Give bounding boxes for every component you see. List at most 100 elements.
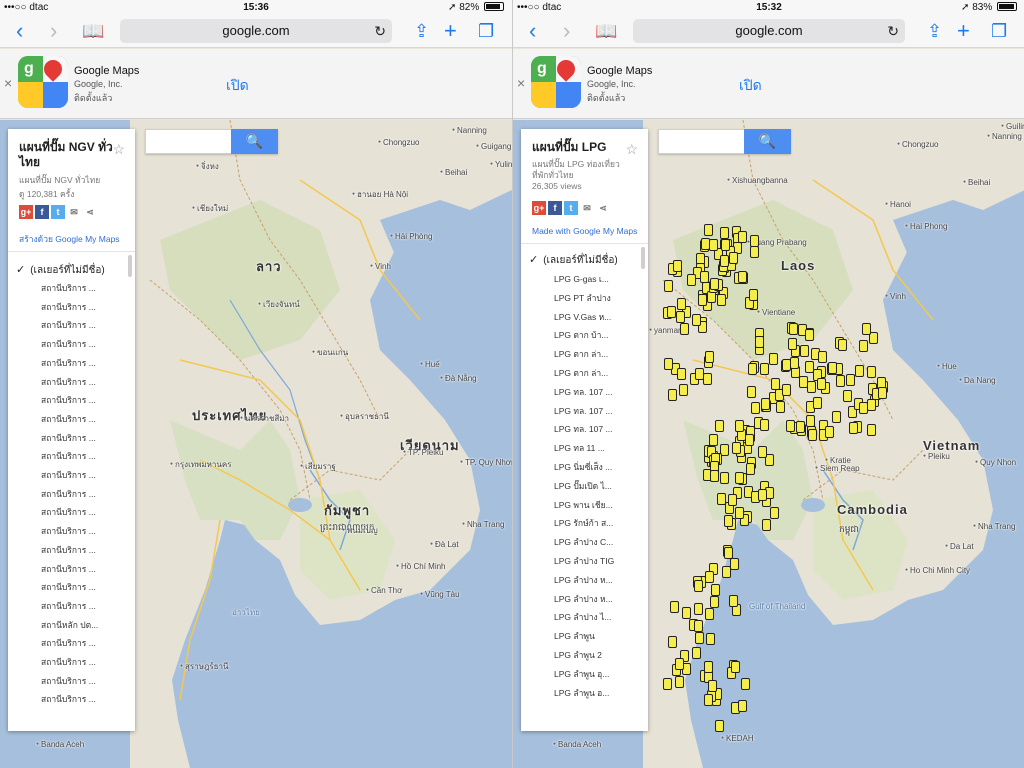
address-bar[interactable]: google.com ↻ (120, 19, 392, 43)
star-icon[interactable]: ☆ (625, 141, 638, 158)
lpg-station-marker[interactable] (675, 675, 685, 688)
google-plus-icon[interactable]: g+ (532, 201, 546, 215)
lpg-station-marker[interactable] (667, 635, 677, 648)
lpg-station-marker[interactable] (785, 419, 795, 432)
lpg-station-marker[interactable] (710, 469, 720, 482)
list-item[interactable]: สถานีบริการ ... (41, 599, 129, 613)
lpg-station-marker[interactable] (687, 274, 697, 287)
lpg-station-marker[interactable] (669, 601, 679, 614)
lpg-station-marker[interactable] (721, 238, 731, 251)
lpg-station-marker[interactable] (706, 633, 716, 646)
list-item[interactable]: สถานีบริการ ... (41, 562, 129, 576)
lpg-station-marker[interactable] (716, 294, 726, 307)
twitter-icon[interactable]: t (51, 205, 65, 219)
forward-icon[interactable]: › (50, 19, 57, 43)
lpg-station-marker[interactable] (694, 579, 704, 592)
lpg-station-marker[interactable] (812, 397, 822, 410)
lpg-station-marker[interactable] (679, 323, 689, 336)
lpg-station-marker[interactable] (858, 401, 868, 414)
lpg-station-marker[interactable] (806, 380, 816, 393)
lpg-station-marker[interactable] (867, 365, 877, 378)
open-app-button[interactable]: เปิด (226, 75, 249, 97)
lpg-station-marker[interactable] (751, 401, 761, 414)
list-item[interactable]: LPG ทล. 107 ... (554, 422, 642, 436)
lpg-station-marker[interactable] (720, 227, 730, 240)
lpg-station-marker[interactable] (877, 387, 887, 399)
lpg-station-marker[interactable] (769, 353, 779, 366)
list-item[interactable]: LPG ลำพูน (554, 629, 642, 643)
lpg-station-marker[interactable] (781, 384, 791, 397)
lpg-station-marker[interactable] (759, 418, 769, 431)
list-item[interactable]: สถานีบริการ ... (41, 580, 129, 594)
list-item[interactable]: สถานีบริการ ... (41, 337, 129, 351)
list-item[interactable]: LPG นิ่มซี่เส็ง ... (554, 460, 642, 474)
lpg-station-marker[interactable] (710, 583, 720, 596)
lpg-station-marker[interactable] (867, 424, 877, 437)
email-icon[interactable]: ✉ (580, 201, 594, 215)
lpg-station-marker[interactable] (720, 255, 730, 268)
scrollbar[interactable] (641, 247, 645, 269)
lpg-station-marker[interactable] (735, 506, 745, 519)
list-item[interactable]: LPG ลำปาง ห... (554, 573, 642, 587)
lpg-station-marker[interactable] (735, 471, 745, 484)
lpg-station-marker[interactable] (705, 350, 715, 363)
lpg-station-marker[interactable] (775, 401, 785, 414)
map-search-input[interactable]: 🔍 (145, 129, 278, 154)
lpg-station-marker[interactable] (816, 377, 826, 390)
tabs-icon[interactable]: ❐ (991, 19, 1007, 43)
reload-icon[interactable]: ↻ (374, 19, 386, 43)
scrollbar[interactable] (128, 255, 132, 277)
lpg-station-marker[interactable] (744, 434, 754, 447)
list-item[interactable]: สถานีบริการ ... (41, 674, 129, 688)
lpg-station-marker[interactable] (704, 693, 714, 706)
lpg-station-marker[interactable] (828, 362, 838, 375)
lpg-station-marker[interactable] (664, 280, 674, 293)
list-item[interactable]: LPG ปั๊มเปิด ไ... (554, 479, 642, 493)
lpg-station-marker[interactable] (676, 298, 686, 311)
lpg-station-marker[interactable] (663, 358, 673, 371)
close-banner-icon[interactable]: × (4, 75, 12, 91)
checkbox-icon[interactable]: ✓ (16, 264, 25, 276)
lpg-station-marker[interactable] (818, 350, 828, 363)
lpg-station-marker[interactable] (750, 245, 760, 258)
checkbox-icon[interactable]: ✓ (529, 254, 538, 266)
lpg-station-marker[interactable] (808, 428, 818, 441)
lpg-station-marker[interactable] (710, 596, 720, 609)
lpg-station-marker[interactable] (845, 374, 855, 387)
lpg-station-marker[interactable] (789, 323, 799, 336)
list-item[interactable]: สถานีบริการ ... (41, 431, 129, 445)
lpg-station-marker[interactable] (757, 489, 767, 502)
lpg-station-marker[interactable] (731, 660, 741, 673)
map-search-input[interactable]: 🔍 (658, 129, 791, 154)
lpg-station-marker[interactable] (708, 679, 718, 692)
list-item[interactable]: LPG ทล. 107 ... (554, 385, 642, 399)
lpg-station-marker[interactable] (761, 397, 771, 410)
list-item[interactable]: LPG ลำพูน 2 (554, 648, 642, 662)
lpg-station-marker[interactable] (703, 224, 713, 236)
lpg-station-marker[interactable] (805, 415, 815, 428)
lpg-station-marker[interactable] (705, 607, 715, 620)
close-banner-icon[interactable]: × (517, 75, 525, 91)
list-item[interactable]: LPG ทล. 107 ... (554, 404, 642, 418)
list-item[interactable]: LPG ตาก ล่า... (554, 366, 642, 380)
list-item[interactable]: สถานีบริการ ... (41, 543, 129, 557)
lpg-station-marker[interactable] (737, 271, 747, 284)
lpg-station-marker[interactable] (843, 390, 853, 403)
lpg-station-marker[interactable] (760, 362, 770, 375)
bookmarks-icon[interactable]: 📖 (82, 19, 104, 43)
layer-row[interactable]: ✓ (เลเยอร์ที่ไม่มีชื่อ) (16, 263, 105, 278)
lpg-station-marker[interactable] (831, 411, 841, 424)
lpg-station-marker[interactable] (666, 306, 676, 319)
lpg-station-marker[interactable] (747, 362, 757, 375)
new-tab-icon[interactable]: + (957, 19, 970, 43)
reload-icon[interactable]: ↻ (887, 19, 899, 43)
lpg-station-marker[interactable] (735, 420, 745, 433)
list-item[interactable]: สถานีบริการ ... (41, 505, 129, 519)
back-icon[interactable]: ‹ (529, 19, 536, 43)
lpg-station-marker[interactable] (787, 337, 797, 350)
lpg-station-marker[interactable] (679, 384, 688, 397)
lpg-station-marker[interactable] (714, 719, 724, 732)
lpg-station-marker[interactable] (730, 558, 740, 571)
map-view[interactable]: Laos Vietnam Cambodia កម្ពុជា Hanoi Hai … (513, 120, 1024, 768)
lpg-station-marker[interactable] (723, 546, 733, 559)
